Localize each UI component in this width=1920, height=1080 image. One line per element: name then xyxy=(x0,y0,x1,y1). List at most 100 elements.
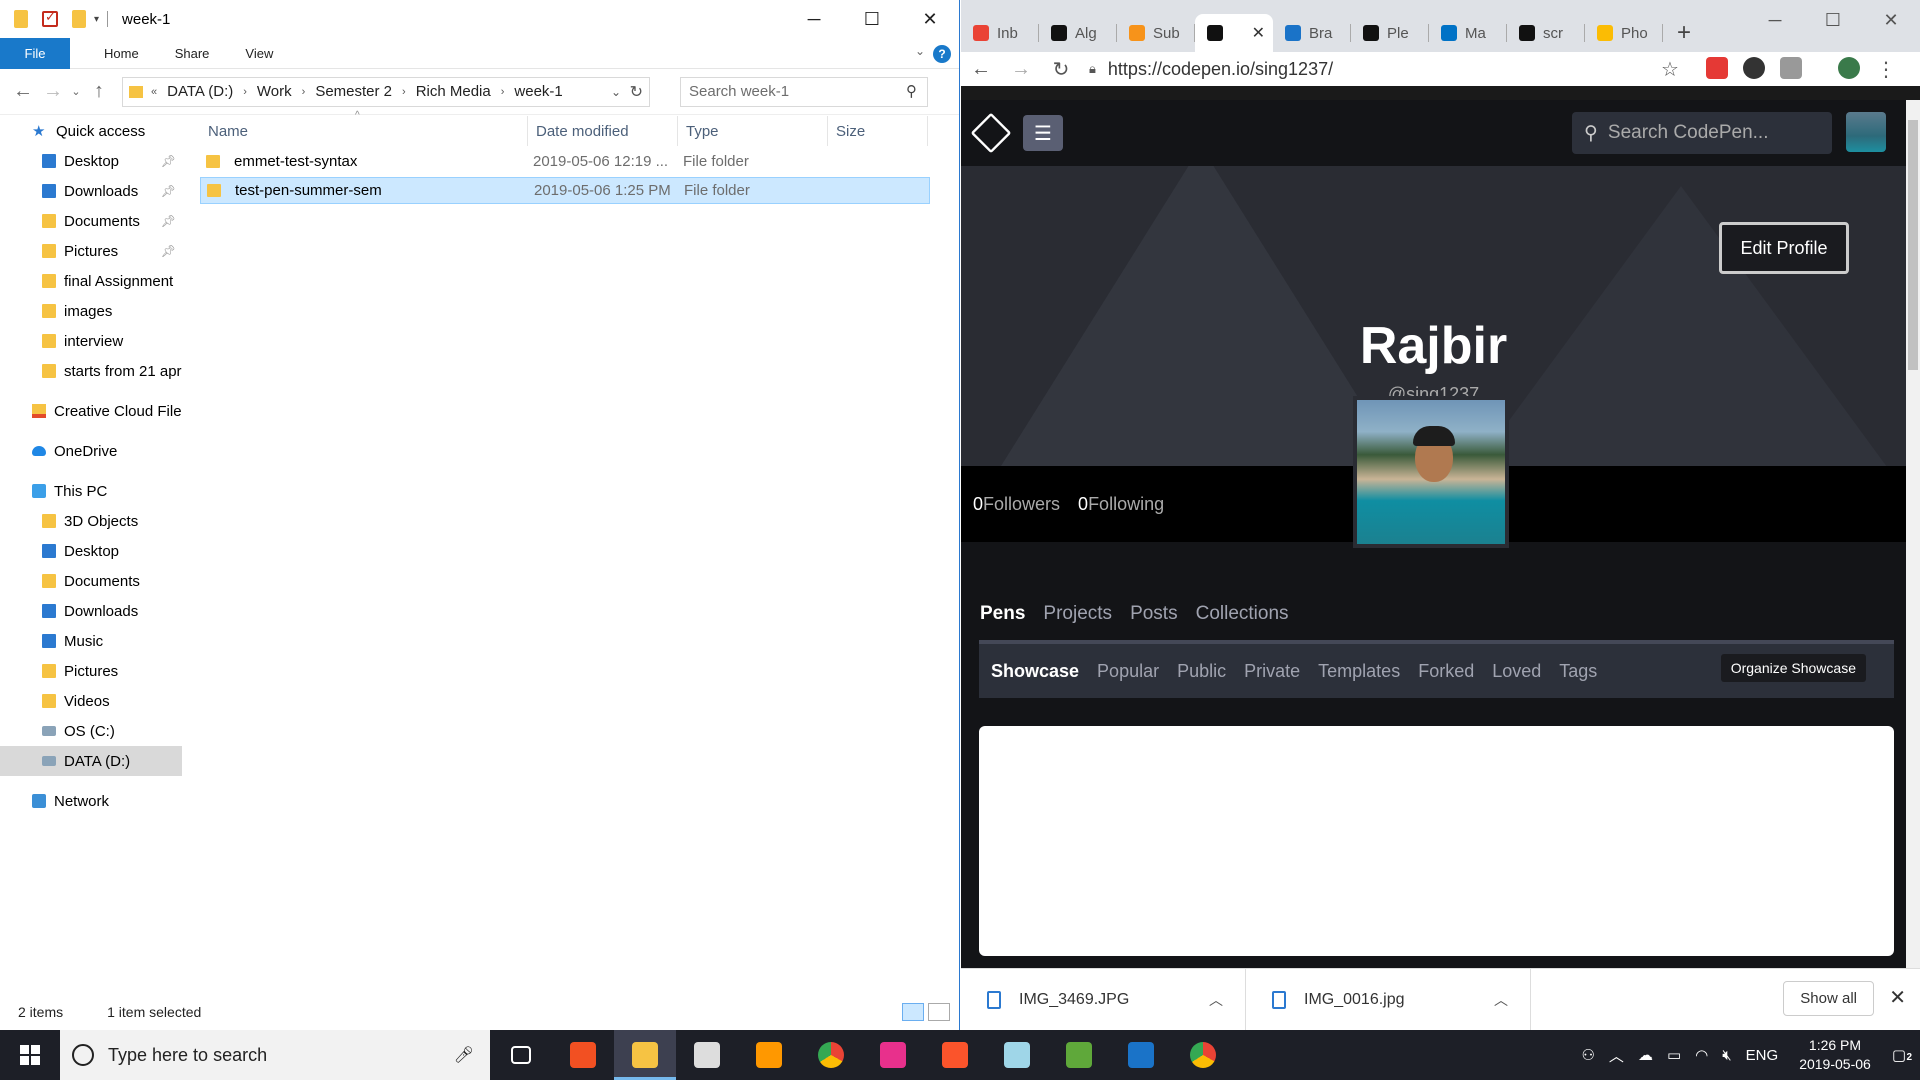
taskbar-app-button[interactable] xyxy=(986,1030,1048,1080)
new-tab-button[interactable]: + xyxy=(1677,14,1691,52)
reload-button[interactable]: ↻ xyxy=(1041,57,1081,82)
help-icon[interactable]: ? xyxy=(933,45,951,63)
file-row[interactable]: test-pen-summer-sem 2019-05-06 1:25 PM Fil… xyxy=(200,177,930,204)
close-button[interactable]: ✕ xyxy=(901,0,959,38)
scrollbar-thumb[interactable] xyxy=(1908,120,1918,370)
address-bar[interactable]: 🔒︎ https://codepen.io/sing1237/ xyxy=(1089,54,1689,84)
profile-subtab[interactable]: Popular xyxy=(1097,661,1159,682)
profile-photo[interactable] xyxy=(1353,396,1509,548)
camera-extension-icon[interactable] xyxy=(1780,57,1802,79)
taskbar-app-button[interactable] xyxy=(676,1030,738,1080)
nav-item[interactable]: Downloads xyxy=(0,596,182,626)
nav-item[interactable]: This PC xyxy=(0,476,182,506)
chevron-down-icon[interactable]: ⌄ xyxy=(611,85,621,99)
column-size[interactable]: Size xyxy=(828,116,928,146)
taskbar-app-button[interactable] xyxy=(800,1030,862,1080)
file-row[interactable]: emmet-test-syntax 2019-05-06 12:19 ... Fil… xyxy=(200,148,930,175)
profile-subtab[interactable]: Private xyxy=(1244,661,1300,682)
taskbar-app-button[interactable] xyxy=(862,1030,924,1080)
following-link[interactable]: 0Following xyxy=(1078,494,1164,515)
nav-item[interactable]: DATA (D:) xyxy=(0,746,182,776)
nav-item[interactable]: Music xyxy=(0,626,182,656)
recent-locations-icon[interactable]: ⌄ xyxy=(68,85,84,98)
maximize-button[interactable]: ☐ xyxy=(1804,0,1862,40)
profile-subtab[interactable]: Showcase xyxy=(991,661,1079,682)
avatar[interactable] xyxy=(1846,112,1886,152)
taskbar-app-button[interactable] xyxy=(924,1030,986,1080)
menu-icon[interactable]: ⋮ xyxy=(1876,57,1896,82)
wifi-icon[interactable]: ◠ xyxy=(1695,1046,1708,1064)
scrollbar[interactable] xyxy=(1906,100,1920,968)
column-name[interactable]: Name xyxy=(200,116,528,146)
codepen-search-input[interactable]: ⚲ Search CodePen... xyxy=(1572,112,1832,154)
microphone-icon[interactable]: 🎤︎ xyxy=(454,1045,474,1065)
chevron-up-icon[interactable]: ︿ xyxy=(1494,990,1508,1010)
download-item[interactable]: IMG_0016.jpg ︿ xyxy=(1246,968,1531,1031)
profile-tab[interactable]: Posts xyxy=(1130,603,1178,625)
close-icon[interactable]: ✕ xyxy=(1889,985,1906,1010)
breadcrumb-item[interactable]: DATA (D:) xyxy=(167,83,233,100)
minimize-button[interactable]: ─ xyxy=(785,0,843,38)
browser-tab[interactable]: Bra xyxy=(1273,14,1351,52)
taskbar-app-button[interactable] xyxy=(614,1030,676,1080)
refresh-icon[interactable]: ↻ xyxy=(630,82,643,102)
breadcrumb-overflow-icon[interactable]: « xyxy=(151,86,157,98)
notifications-icon[interactable]: ▢ 2 xyxy=(1892,1046,1912,1064)
codepen-logo-icon[interactable] xyxy=(970,112,1012,154)
tab-home[interactable]: Home xyxy=(104,46,139,61)
nav-item[interactable]: ★ Quick access xyxy=(0,116,182,146)
column-type[interactable]: Type xyxy=(678,116,828,146)
nav-item[interactable]: starts from 21 apr xyxy=(0,356,182,386)
breadcrumb-item[interactable]: week-1 xyxy=(514,83,562,100)
nav-item[interactable]: final Assignment xyxy=(0,266,182,296)
taskbar-app-button[interactable] xyxy=(490,1030,552,1080)
nav-item[interactable]: Network xyxy=(0,786,182,816)
taskbar-search-input[interactable]: Type here to search 🎤︎ xyxy=(60,1030,490,1080)
large-icons-view-icon[interactable] xyxy=(928,1003,950,1021)
extension-new-icon[interactable] xyxy=(1743,57,1765,79)
profile-subtab[interactable]: Tags xyxy=(1559,661,1597,682)
volume-muted-icon[interactable]: 🔇︎ xyxy=(1722,1047,1731,1064)
close-button[interactable]: ✕ xyxy=(1862,0,1920,40)
profile-subtab[interactable]: Loved xyxy=(1492,661,1541,682)
profile-subtab[interactable]: Templates xyxy=(1318,661,1400,682)
browser-tab[interactable]: Ple xyxy=(1351,14,1429,52)
minimize-button[interactable]: ─ xyxy=(1746,0,1804,40)
tab-file[interactable]: File xyxy=(0,37,70,69)
breadcrumb-item[interactable]: Semester 2 xyxy=(315,83,392,100)
address-bar[interactable]: « DATA (D:) › Work › Semester 2 › Rich M… xyxy=(122,76,650,107)
nav-item[interactable]: OneDrive xyxy=(0,436,182,466)
taskbar-app-button[interactable] xyxy=(1110,1030,1172,1080)
extension-icon[interactable] xyxy=(1706,57,1728,79)
nav-item[interactable]: Desktop 📌︎ xyxy=(0,146,182,176)
nav-item[interactable]: Downloads 📌︎ xyxy=(0,176,182,206)
new-folder-icon[interactable] xyxy=(72,10,86,28)
up-button[interactable]: ↑ xyxy=(84,80,114,103)
profile-tab[interactable]: Collections xyxy=(1196,603,1289,625)
organize-showcase-button[interactable]: Organize Showcase xyxy=(1720,654,1866,682)
nav-item[interactable]: Pictures 📌︎ xyxy=(0,236,182,266)
search-input[interactable]: Search week-1 ⚲ xyxy=(680,76,928,107)
nav-item[interactable]: Pictures xyxy=(0,656,182,686)
edit-profile-button[interactable]: Edit Profile xyxy=(1719,222,1849,274)
profile-tab[interactable]: Projects xyxy=(1043,603,1112,625)
nav-item[interactable]: interview xyxy=(0,326,182,356)
followers-link[interactable]: 0Followers xyxy=(973,494,1060,515)
tab-view[interactable]: View xyxy=(245,46,273,61)
taskbar-app-button[interactable] xyxy=(1172,1030,1234,1080)
nav-item[interactable]: OS (C:) xyxy=(0,716,182,746)
language-indicator[interactable]: ENG xyxy=(1746,1047,1779,1064)
back-button[interactable]: ← xyxy=(8,80,38,103)
nav-item[interactable]: Desktop xyxy=(0,536,182,566)
nav-item[interactable]: images xyxy=(0,296,182,326)
breadcrumb-item[interactable]: Rich Media xyxy=(416,83,491,100)
battery-icon[interactable]: ▭ xyxy=(1667,1046,1681,1064)
browser-tab[interactable]: Ma xyxy=(1429,14,1507,52)
profile-subtab[interactable]: Forked xyxy=(1418,661,1474,682)
chevron-up-icon[interactable]: ︿ xyxy=(1209,990,1223,1010)
taskbar-app-button[interactable] xyxy=(1048,1030,1110,1080)
profile-avatar[interactable] xyxy=(1838,57,1860,79)
show-hidden-icons-icon[interactable]: ︿ xyxy=(1609,1045,1624,1066)
nav-item[interactable]: Creative Cloud Files xyxy=(0,396,182,426)
browser-tab[interactable]: scr xyxy=(1507,14,1585,52)
